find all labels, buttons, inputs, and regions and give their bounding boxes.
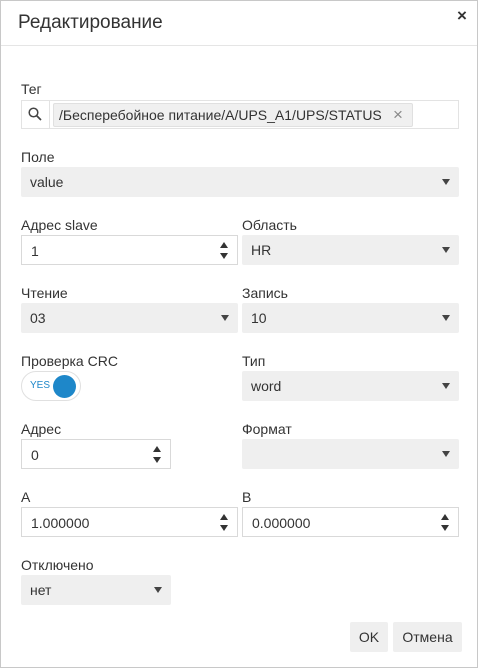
disabled-select[interactable]: нет bbox=[21, 575, 171, 605]
chevron-down-icon bbox=[442, 315, 450, 321]
cancel-button[interactable]: Отмена bbox=[393, 622, 462, 652]
search-divider bbox=[49, 101, 50, 128]
search-icon bbox=[28, 107, 42, 121]
chevron-down-icon bbox=[154, 587, 162, 593]
type-label: Тип bbox=[242, 353, 266, 369]
tag-input[interactable]: /Бесперебойное питание/A/UPS_A1/UPS/STAT… bbox=[21, 100, 459, 129]
spin-up-icon[interactable] bbox=[153, 446, 161, 452]
ok-button-label: OK bbox=[358, 629, 380, 645]
field-label: Поле bbox=[21, 149, 55, 165]
crc-toggle-text: YES bbox=[30, 380, 51, 391]
tag-chip: /Бесперебойное питание/A/UPS_A1/UPS/STAT… bbox=[53, 103, 413, 127]
chevron-down-icon bbox=[442, 179, 450, 185]
remove-tag-icon[interactable]: × bbox=[393, 105, 403, 125]
area-label: Область bbox=[242, 217, 297, 233]
chevron-down-icon bbox=[221, 315, 229, 321]
slave-address-spinner[interactable] bbox=[211, 236, 237, 264]
toggle-knob bbox=[53, 375, 76, 398]
chevron-down-icon bbox=[442, 247, 450, 253]
coef-b-label: B bbox=[242, 489, 252, 505]
spin-down-icon[interactable] bbox=[153, 457, 161, 463]
slave-address-value: 1 bbox=[31, 243, 39, 259]
crc-check-label: Проверка CRC bbox=[21, 353, 118, 369]
dialog-title: Редактирование bbox=[18, 12, 163, 33]
crc-check-toggle[interactable]: YES bbox=[21, 371, 81, 401]
read-label: Чтение bbox=[21, 285, 68, 301]
coef-a-value: 1.000000 bbox=[31, 515, 90, 531]
ok-button[interactable]: OK bbox=[350, 622, 388, 652]
chevron-down-icon bbox=[442, 383, 450, 389]
spin-down-icon[interactable] bbox=[220, 525, 228, 531]
edit-dialog: Редактирование × Тег /Бесперебойное пита… bbox=[0, 0, 478, 668]
coef-a-input[interactable]: 1.000000 bbox=[21, 507, 238, 537]
address-input[interactable]: 0 bbox=[21, 439, 171, 469]
disabled-select-value: нет bbox=[30, 582, 52, 598]
spin-up-icon[interactable] bbox=[220, 242, 228, 248]
field-select-value: value bbox=[30, 174, 64, 190]
coef-b-value: 0.000000 bbox=[252, 515, 311, 531]
coef-b-input[interactable]: 0.000000 bbox=[242, 507, 459, 537]
disabled-label: Отключено bbox=[21, 557, 94, 573]
read-select[interactable]: 03 bbox=[21, 303, 238, 333]
format-label: Формат bbox=[242, 421, 292, 437]
address-label: Адрес bbox=[21, 421, 62, 437]
write-select-value: 10 bbox=[251, 310, 267, 326]
spin-up-icon[interactable] bbox=[441, 514, 449, 520]
slave-address-label: Адрес slave bbox=[21, 217, 98, 233]
type-select[interactable]: word bbox=[242, 371, 459, 401]
spin-up-icon[interactable] bbox=[220, 514, 228, 520]
close-icon[interactable]: × bbox=[457, 6, 467, 26]
coef-b-spinner[interactable] bbox=[432, 508, 458, 536]
slave-address-input[interactable]: 1 bbox=[21, 235, 238, 265]
address-spinner[interactable] bbox=[144, 440, 170, 468]
read-select-value: 03 bbox=[30, 310, 46, 326]
dialog-header: Редактирование × bbox=[1, 1, 477, 46]
write-select[interactable]: 10 bbox=[242, 303, 459, 333]
chevron-down-icon bbox=[442, 451, 450, 457]
coef-a-label: A bbox=[21, 489, 31, 505]
address-value: 0 bbox=[31, 447, 39, 463]
write-label: Запись bbox=[242, 285, 288, 301]
format-select[interactable] bbox=[242, 439, 459, 469]
field-select[interactable]: value bbox=[21, 167, 459, 197]
tag-chip-label: /Бесперебойное питание/A/UPS_A1/UPS/STAT… bbox=[59, 107, 382, 123]
tag-label: Тег bbox=[21, 81, 42, 97]
area-select-value: HR bbox=[251, 242, 272, 258]
spin-down-icon[interactable] bbox=[441, 525, 449, 531]
spin-down-icon[interactable] bbox=[220, 253, 228, 259]
cancel-button-label: Отмена bbox=[402, 629, 453, 645]
area-select[interactable]: HR bbox=[242, 235, 459, 265]
type-select-value: word bbox=[251, 378, 282, 394]
coef-a-spinner[interactable] bbox=[211, 508, 237, 536]
